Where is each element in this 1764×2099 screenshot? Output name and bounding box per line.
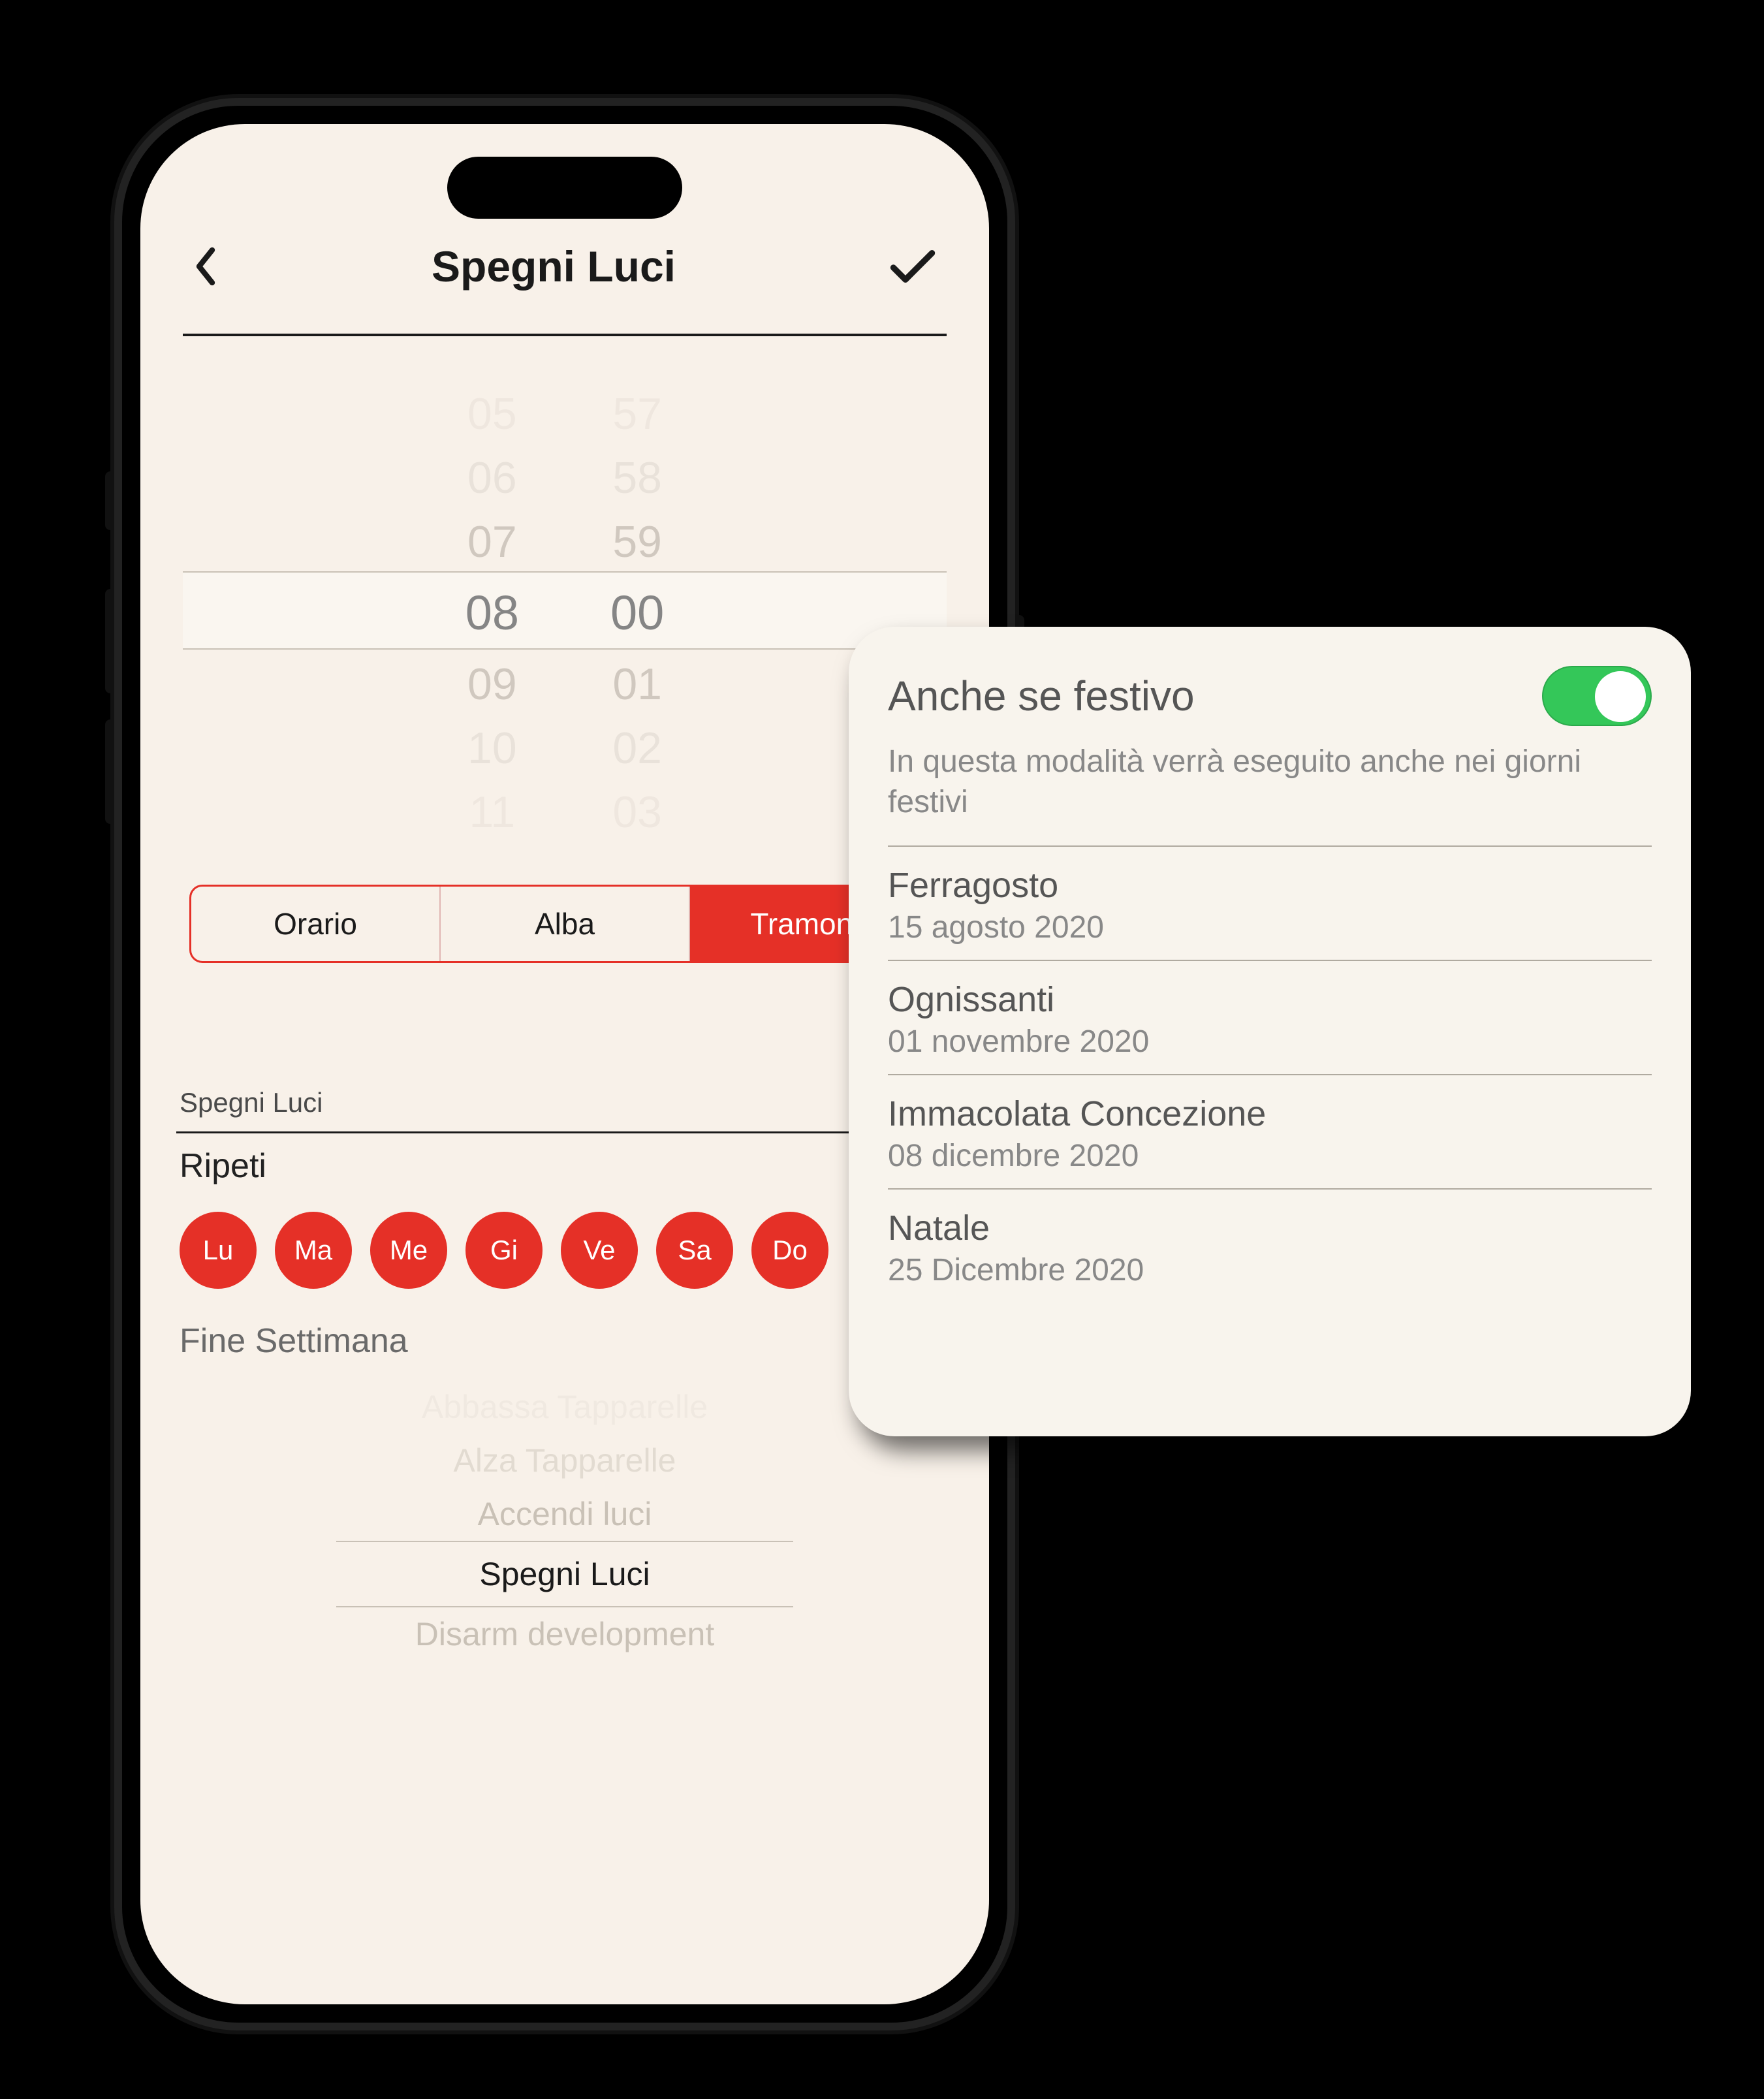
- holiday-toggle[interactable]: [1542, 666, 1652, 726]
- holiday-date: 15 agosto 2020: [888, 909, 1652, 945]
- picker-highlight: [183, 571, 947, 650]
- day-friday[interactable]: Ve: [561, 1212, 638, 1289]
- day-sunday[interactable]: Do: [751, 1212, 828, 1289]
- page-title: Spegni Luci: [432, 242, 676, 291]
- repeat-heading: Ripeti: [180, 1146, 950, 1186]
- scenario-option[interactable]: Accendi luci: [336, 1487, 793, 1541]
- holiday-settings-card: Anche se festivo In questa modalità verr…: [849, 627, 1691, 1436]
- hour-column[interactable]: 05 06 07 08 09 10 11: [465, 356, 519, 839]
- section-divider: [176, 1131, 953, 1133]
- day-wednesday[interactable]: Me: [370, 1212, 447, 1289]
- day-selector: Lu Ma Me Gi Ve Sa Do: [180, 1212, 950, 1289]
- hour-option[interactable]: 09: [467, 652, 517, 716]
- scenario-picker[interactable]: Abbassa Tapparelle Alza Tapparelle Accen…: [336, 1380, 793, 1661]
- holiday-name: Ognissanti: [888, 979, 1652, 1020]
- holiday-name: Immacolata Concezione: [888, 1094, 1652, 1134]
- day-thursday[interactable]: Gi: [465, 1212, 543, 1289]
- hour-option[interactable]: 06: [467, 446, 517, 510]
- hour-option[interactable]: 07: [467, 510, 517, 574]
- holiday-description: In questa modalità verrà eseguito anche …: [888, 742, 1652, 823]
- scenario-label: Spegni Luci: [180, 1087, 950, 1118]
- hour-option[interactable]: 11: [469, 780, 516, 844]
- holiday-date: 08 dicembre 2020: [888, 1138, 1652, 1174]
- minute-selected[interactable]: 00: [610, 574, 664, 652]
- scenario-option[interactable]: Disarm development: [336, 1607, 793, 1661]
- minute-option[interactable]: 03: [612, 780, 662, 844]
- minute-option[interactable]: 58: [612, 446, 662, 510]
- minute-option[interactable]: 02: [612, 716, 662, 780]
- mode-segmented-control: Orario Alba Tramonto: [189, 885, 940, 963]
- weekend-label: Fine Settimana: [180, 1321, 950, 1361]
- phone-volume-up: [105, 589, 114, 693]
- header: Spegni Luci: [140, 124, 989, 317]
- minute-option[interactable]: 59: [612, 510, 662, 574]
- toggle-knob: [1595, 671, 1646, 722]
- segment-orario[interactable]: Orario: [191, 887, 441, 961]
- phone-notch: [447, 157, 682, 219]
- day-tuesday[interactable]: Ma: [275, 1212, 352, 1289]
- holiday-card-header: Anche se festivo: [888, 666, 1652, 726]
- hour-selected[interactable]: 08: [465, 574, 519, 652]
- hour-option[interactable]: 10: [467, 716, 517, 780]
- confirm-icon[interactable]: [889, 248, 937, 285]
- holiday-item: Immacolata Concezione 08 dicembre 2020: [888, 1075, 1652, 1190]
- phone-volume-down: [105, 719, 114, 824]
- minute-column[interactable]: 57 58 59 00 01 02 03: [610, 356, 664, 839]
- holiday-card-title: Anche se festivo: [888, 672, 1195, 720]
- time-picker[interactable]: 05 06 07 08 09 10 11 57 58 59 00 01 02 0…: [183, 356, 947, 839]
- holiday-name: Natale: [888, 1208, 1652, 1248]
- holiday-item: Ferragosto 15 agosto 2020: [888, 847, 1652, 961]
- scenario-option[interactable]: Alza Tapparelle: [336, 1434, 793, 1487]
- segment-alba[interactable]: Alba: [441, 887, 690, 961]
- minute-option[interactable]: 01: [612, 652, 662, 716]
- day-monday[interactable]: Lu: [180, 1212, 257, 1289]
- hour-option[interactable]: 05: [467, 382, 517, 446]
- scenario-selected[interactable]: Spegni Luci: [336, 1541, 793, 1607]
- holiday-name: Ferragosto: [888, 865, 1652, 906]
- back-icon[interactable]: [193, 247, 219, 286]
- holiday-date: 25 Dicembre 2020: [888, 1252, 1652, 1288]
- header-divider: [183, 334, 947, 336]
- phone-side-button: [105, 471, 114, 530]
- holiday-date: 01 novembre 2020: [888, 1024, 1652, 1060]
- day-saturday[interactable]: Sa: [656, 1212, 733, 1289]
- holiday-item: Ognissanti 01 novembre 2020: [888, 961, 1652, 1075]
- holiday-item: Natale 25 Dicembre 2020: [888, 1190, 1652, 1302]
- scenario-option[interactable]: Abbassa Tapparelle: [336, 1380, 793, 1434]
- minute-option[interactable]: 57: [612, 382, 662, 446]
